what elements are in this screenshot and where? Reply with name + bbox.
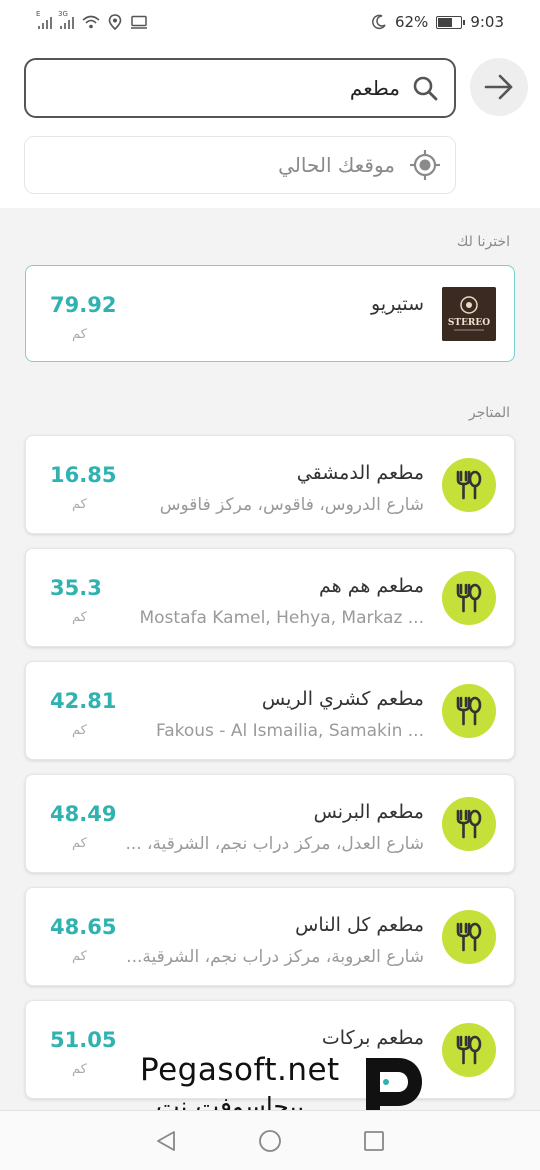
search-query[interactable]: مطعم [350, 76, 400, 100]
battery-percent: 62% [394, 13, 429, 31]
location-pin-icon [108, 14, 122, 30]
featured-distance: 79.92 [50, 293, 117, 317]
store-name: مطعم الدمشقي [296, 462, 424, 484]
store-address: شارع العدل، مركز دراب نجم، الشرقية، ... [125, 834, 424, 854]
store-name: مطعم كشري الريس [261, 688, 424, 710]
search-input[interactable]: مطعم [24, 58, 456, 118]
store-distance-unit: كم [72, 836, 87, 851]
store-distance-unit: كم [72, 497, 87, 512]
store-address: Fakous - Al Ismailia, Samakin ... [156, 721, 424, 741]
store-distance: 42.81 [50, 689, 117, 713]
store-address: Mostafa Kamel, Hehya, Markaz ... [139, 608, 424, 628]
clock-time: 9:03 [470, 13, 504, 31]
store-card[interactable]: مطعم البرنس شارع العدل، مركز دراب نجم، ال… [25, 774, 515, 873]
store-distance: 16.85 [50, 463, 117, 487]
restaurant-icon [442, 571, 496, 625]
search-header: مطعم موقعك الحالي [0, 44, 540, 208]
store-card[interactable]: مطعم هم هم Mostafa Kamel, Hehya, Markaz .… [25, 548, 515, 647]
signal-tag-e: E [36, 10, 41, 18]
restaurant-icon [442, 458, 496, 512]
arrow-right-icon [484, 74, 513, 100]
restaurant-icon [442, 910, 496, 964]
featured-store-name: ستيريو [371, 293, 424, 315]
store-name: مطعم البرنس [313, 801, 424, 823]
status-bar: E 3G 62% 9:03 [0, 0, 540, 44]
store-distance-unit: كم [72, 949, 87, 964]
store-distance: 51.05 [50, 1028, 117, 1052]
store-card[interactable]: مطعم كشري الريس Fakous - Al Ismailia, Sam… [25, 661, 515, 760]
featured-distance-unit: كم [72, 327, 87, 342]
location-placeholder: موقعك الحالي [278, 153, 395, 177]
store-name: مطعم هم هم [319, 575, 424, 597]
stores-section-label: المتاجر [468, 405, 510, 421]
store-distance: 48.49 [50, 802, 117, 826]
signal-icon: E [36, 10, 52, 29]
store-address: شارع الدروس، فاقوس، مركز فاقوس [159, 495, 424, 515]
battery-icon [436, 15, 466, 29]
restaurant-icon [442, 684, 496, 738]
featured-section-label: اخترنا لك [456, 234, 510, 250]
cast-icon [131, 15, 147, 29]
nav-recents-icon[interactable] [362, 1129, 386, 1153]
stereo-logo: STEREO [442, 287, 496, 341]
nav-home-icon[interactable] [257, 1128, 283, 1154]
restaurant-icon [442, 797, 496, 851]
gps-target-icon [410, 150, 440, 180]
watermark-latin: Pegasoft.net [140, 1052, 340, 1088]
store-distance-unit: كم [72, 610, 87, 625]
store-name: مطعم بركات [321, 1027, 424, 1049]
store-name: مطعم كل الناس [295, 914, 424, 936]
signal-3g-icon: 3G [58, 10, 74, 29]
featured-store-card[interactable]: STEREO ستيريو 79.92 كم [25, 265, 515, 362]
store-distance: 48.65 [50, 915, 117, 939]
wifi-icon [82, 15, 100, 29]
restaurant-icon [442, 1023, 496, 1077]
system-nav-bar [0, 1110, 540, 1170]
status-icons-left: E 3G [36, 10, 148, 30]
svg-text:STEREO: STEREO [448, 318, 490, 328]
moon-icon [372, 14, 386, 30]
store-card[interactable]: مطعم كل الناس شارع العروبة، مركز دراب نجم… [25, 887, 515, 986]
store-distance-unit: كم [72, 723, 87, 738]
store-distance-unit: كم [72, 1062, 87, 1077]
back-button[interactable] [470, 58, 528, 116]
status-icons-right: 62% 9:03 [371, 13, 504, 31]
store-card[interactable]: مطعم الدمشقي شارع الدروس، فاقوس، مركز فاق… [25, 435, 515, 534]
signal-tag-3g: 3G [58, 10, 68, 18]
store-address: شارع العروبة، مركز دراب نجم، الشرقية... [126, 947, 424, 967]
nav-back-icon[interactable] [154, 1129, 178, 1153]
store-distance: 35.3 [50, 576, 102, 600]
search-icon [413, 76, 438, 101]
current-location-field[interactable]: موقعك الحالي [24, 136, 456, 194]
